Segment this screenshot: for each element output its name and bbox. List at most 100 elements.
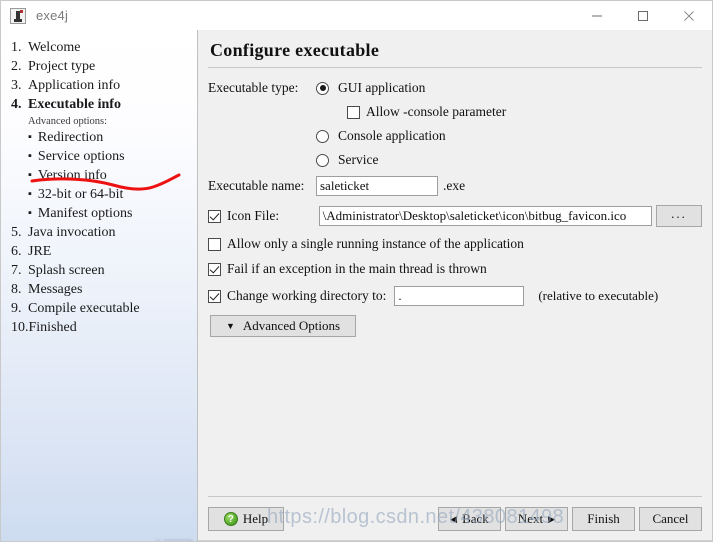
checkbox-fail-on-exception[interactable] xyxy=(208,262,221,276)
step-number: 5. xyxy=(11,225,22,240)
main-panel: Configure executable Executable type: GU… xyxy=(197,30,712,541)
executable-type-label: Executable type: xyxy=(208,80,299,95)
working-directory-input[interactable]: . xyxy=(394,286,525,306)
chevron-right-icon: ▶ xyxy=(548,513,556,524)
sidebar-item-splash-screen[interactable]: 7. Splash screen xyxy=(1,261,197,280)
icon-file-row: Icon File: \Administrator\Desktop\saleti… xyxy=(208,205,702,227)
checkbox-icon-file[interactable] xyxy=(208,209,221,223)
step-number: 1. xyxy=(11,40,22,55)
help-button[interactable]: ? Help xyxy=(208,507,284,531)
radio-console-application[interactable] xyxy=(316,129,329,143)
radio-label-service: Service xyxy=(338,152,379,167)
step-label: JRE xyxy=(28,244,52,259)
step-number: 7. xyxy=(11,263,22,278)
radio-label-console-application: Console application xyxy=(338,128,446,143)
chevron-down-icon: ▼ xyxy=(225,320,235,331)
sidebar-item-finished[interactable]: 10.Finished xyxy=(1,318,197,337)
radio-label-gui-application: GUI application xyxy=(338,80,426,95)
close-icon[interactable] xyxy=(666,1,712,30)
step-number: 9. xyxy=(11,301,22,316)
minimize-icon[interactable] xyxy=(574,1,620,30)
allow-console-row: Allow -console parameter xyxy=(347,104,702,120)
sidebar-item-project-type[interactable]: 2. Project type xyxy=(1,57,197,76)
help-button-label: Help xyxy=(242,511,269,526)
bullet-icon: ▪ xyxy=(28,131,32,143)
executable-name-row: Executable name: saleticket .exe xyxy=(208,176,702,196)
sidebar-item-label: Version info xyxy=(37,168,107,183)
exe4j-logo-watermark: exe4j xyxy=(147,539,195,541)
sidebar-item-compile-executable[interactable]: 9. Compile executable xyxy=(1,299,197,318)
wizard-steps-sidebar: 1. Welcome 2. Project type 3. Application i… xyxy=(1,30,197,541)
step-number: 3. xyxy=(11,78,22,93)
title-bar: exe4j xyxy=(1,1,712,30)
step-label: Compile executable xyxy=(28,301,140,316)
icon-file-path-input[interactable]: \Administrator\Desktop\saleticket\icon\b… xyxy=(318,206,653,226)
single-instance-row: Allow only a single running instance of … xyxy=(208,236,702,252)
maximize-icon[interactable] xyxy=(620,1,666,30)
step-label: Splash screen xyxy=(28,263,105,278)
checkbox-label-fail-on-exception: Fail if an exception in the main thread … xyxy=(227,261,487,276)
executable-name-input[interactable]: saleticket xyxy=(316,176,438,196)
sidebar-item-redirection[interactable]: ▪ Redirection xyxy=(1,128,197,147)
executable-name-label: Executable name: xyxy=(208,178,305,193)
step-label: Project type xyxy=(28,59,96,74)
sidebar-item-java-invocation[interactable]: 5. Java invocation xyxy=(1,223,197,242)
advanced-options-button[interactable]: ▼ Advanced Options xyxy=(210,315,356,337)
sidebar-item-messages[interactable]: 8. Messages xyxy=(1,280,197,299)
page-title: Configure executable xyxy=(210,40,380,60)
radio-gui-application[interactable] xyxy=(316,81,329,95)
icon-file-browse-button[interactable]: ... xyxy=(656,205,702,227)
back-button-label: Back xyxy=(462,511,489,526)
advanced-options-label: Advanced Options xyxy=(242,318,341,333)
finish-button[interactable]: Finish xyxy=(572,507,635,531)
next-button-label: Next xyxy=(517,511,544,526)
sidebar-item-label: Service options xyxy=(37,149,125,164)
sidebar-item-welcome[interactable]: 1. Welcome xyxy=(1,38,197,57)
sidebar-item-service-options[interactable]: ▪ Service options xyxy=(1,147,197,166)
sidebar-item-jre[interactable]: 6. JRE xyxy=(1,242,197,261)
step-number: 6. xyxy=(11,244,22,259)
checkbox-label-single-instance: Allow only a single running instance of … xyxy=(227,236,524,251)
icon-file-label: Icon File: xyxy=(227,208,280,223)
help-icon: ? xyxy=(223,512,238,526)
checkbox-single-instance[interactable] xyxy=(208,237,221,251)
checkbox-allow-console-parameter[interactable] xyxy=(347,105,360,119)
step-label: Executable info xyxy=(28,97,121,112)
back-button[interactable]: ◀ Back xyxy=(438,507,501,531)
sidebar-item-application-info[interactable]: 3. Application info xyxy=(1,76,197,95)
sidebar-item-label: Redirection xyxy=(37,130,104,145)
chevron-left-icon: ◀ xyxy=(450,513,458,524)
advanced-options-header: Advanced options: xyxy=(28,116,108,127)
cancel-button[interactable]: Cancel xyxy=(639,507,702,531)
footer-bottom-line xyxy=(198,540,712,541)
sidebar-item-manifest-options[interactable]: ▪ Manifest options xyxy=(1,204,197,223)
executable-type-row: Executable type: GUI application xyxy=(208,80,702,96)
step-label: Finished xyxy=(28,320,77,335)
window-title: exe4j xyxy=(36,8,69,23)
window-body: 1. Welcome 2. Project type 3. Application i… xyxy=(1,30,712,541)
console-application-row: Console application xyxy=(316,128,702,144)
service-row: Service xyxy=(316,152,702,168)
next-button[interactable]: Next ▶ xyxy=(505,507,568,531)
checkbox-label-allow-console-parameter: Allow -console parameter xyxy=(366,104,507,119)
bullet-icon: ▪ xyxy=(28,150,32,162)
working-directory-row: Change working directory to: . (relative… xyxy=(208,286,702,306)
sidebar-item-version-info[interactable]: ▪ Version info xyxy=(1,166,197,185)
executable-name-suffix: .exe xyxy=(443,178,466,193)
step-label: Welcome xyxy=(28,40,81,55)
checkbox-change-working-directory[interactable] xyxy=(208,289,221,303)
step-number: 8. xyxy=(11,282,22,297)
fail-on-exception-row: Fail if an exception in the main thread … xyxy=(208,261,702,277)
sidebar-item-label: Manifest options xyxy=(37,206,133,221)
step-label: Messages xyxy=(28,282,83,297)
title-divider xyxy=(208,67,702,68)
bullet-icon: ▪ xyxy=(28,169,32,181)
sidebar-item-executable-info[interactable]: 4. Executable info xyxy=(1,95,197,114)
wizard-nav-buttons: ◀ Back Next ▶ Finish Cancel xyxy=(438,507,702,531)
step-number: 10. xyxy=(11,320,29,335)
working-directory-label: Change working directory to: xyxy=(227,288,387,303)
sidebar-item-32bit-or-64bit[interactable]: ▪ 32-bit or 64-bit xyxy=(1,185,197,204)
radio-service[interactable] xyxy=(316,153,329,167)
working-directory-note: (relative to executable) xyxy=(538,288,659,303)
footer-bar: ? Help ◀ Back Next ▶ Finish Cancel xyxy=(198,497,712,541)
